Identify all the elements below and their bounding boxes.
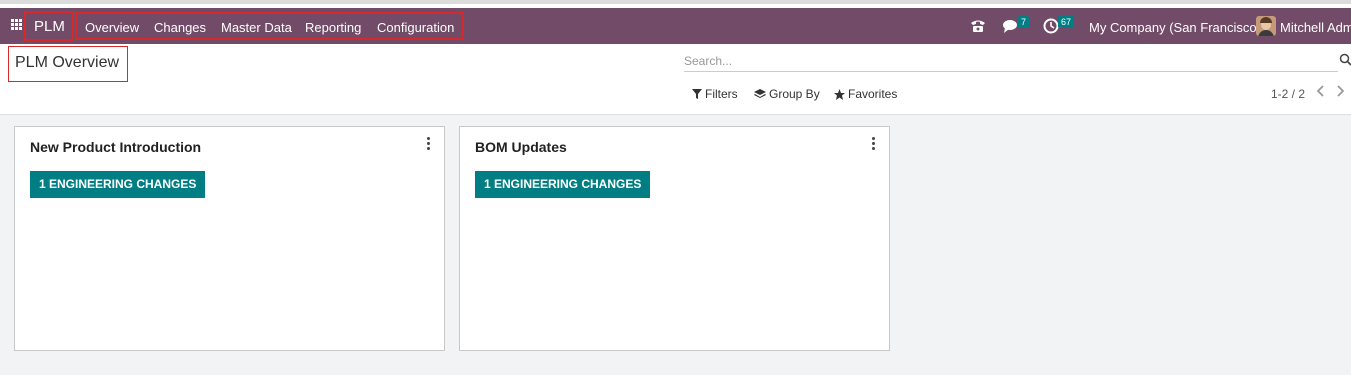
star-icon (834, 88, 845, 100)
control-panel: PLM Overview Filters Group By Favorites … (0, 44, 1351, 115)
kanban-card-bom-updates[interactable]: BOM Updates 1 ENGINEERING CHANGES (459, 126, 890, 351)
kanban-card-new-product-introduction[interactable]: New Product Introduction 1 ENGINEERING C… (14, 126, 445, 351)
menu-item-master-data[interactable]: Master Data (221, 20, 292, 35)
card-dropdown-icon[interactable] (870, 137, 878, 151)
phone-icon[interactable] (969, 18, 987, 34)
engineering-changes-button[interactable]: 1 ENGINEERING CHANGES (30, 171, 206, 198)
menu-item-configuration[interactable]: Configuration (377, 20, 454, 35)
filters-button[interactable]: Filters (692, 87, 738, 101)
pager-previous-icon[interactable] (1316, 84, 1326, 98)
group-by-label: Group By (769, 87, 820, 101)
filter-icon (692, 89, 702, 99)
browser-top-strip (0, 0, 1351, 8)
group-by-button[interactable]: Group By (754, 87, 820, 101)
user-name[interactable]: Mitchell Admi (1280, 20, 1351, 35)
card-title: New Product Introduction (30, 139, 202, 155)
main-navbar: PLM Overview Changes Master Data Reporti… (0, 8, 1351, 44)
app-brand[interactable]: PLM (34, 18, 65, 35)
pager-next-icon[interactable] (1335, 84, 1345, 98)
menu-item-reporting[interactable]: Reporting (305, 20, 361, 35)
card-title: BOM Updates (475, 139, 567, 155)
filters-label: Filters (705, 87, 738, 101)
top-scroll-mark (0, 0, 1351, 4)
favorites-button[interactable]: Favorites (834, 87, 897, 101)
user-avatar[interactable] (1256, 16, 1276, 36)
favorites-label: Favorites (848, 87, 898, 101)
layers-icon (754, 88, 766, 98)
menu-item-changes[interactable]: Changes (154, 20, 206, 35)
activities-badge: 67 (1058, 16, 1075, 28)
company-switcher[interactable]: My Company (San Francisco) (1089, 20, 1261, 35)
card-dropdown-icon[interactable] (425, 137, 433, 151)
search-input[interactable] (684, 50, 1338, 72)
engineering-changes-button[interactable]: 1 ENGINEERING CHANGES (475, 171, 651, 198)
search-icon[interactable] (1339, 53, 1351, 66)
apps-grid-icon[interactable] (11, 19, 23, 31)
messages-badge: 7 (1018, 16, 1030, 28)
pager-value[interactable]: 1-2 / 2 (1271, 87, 1305, 101)
page-title: PLM Overview (15, 54, 120, 71)
menu-item-overview[interactable]: Overview (85, 20, 139, 35)
